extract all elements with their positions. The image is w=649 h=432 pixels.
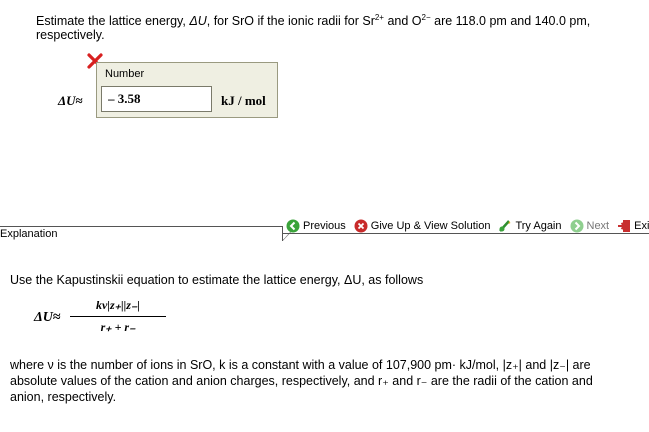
explanation-tab[interactable]: Explanation [0, 226, 296, 241]
question-delta-u: ΔU [189, 14, 207, 28]
next-label: Next [586, 220, 610, 232]
give-up-button[interactable]: Give Up & View Solution [354, 219, 491, 233]
previous-arrow-icon [286, 219, 300, 233]
exit-icon [618, 220, 631, 232]
answer-lhs: ΔU [58, 93, 76, 108]
next-arrow-icon [570, 219, 583, 233]
o-charge: 2− [421, 12, 431, 22]
try-again-icon [499, 220, 511, 232]
next-button[interactable]: Next [570, 219, 610, 233]
give-up-icon [354, 219, 368, 233]
explanation-intro: Use the Kapustinskii equation to estimat… [10, 273, 424, 287]
fraction-bar [70, 316, 166, 317]
sr-charge: 2+ [374, 12, 384, 22]
previous-button[interactable]: Previous [286, 219, 346, 233]
answer-input[interactable] [101, 86, 212, 112]
question-part3: and O [383, 14, 422, 28]
answer-delta-u-label: ΔU≈ [58, 93, 83, 109]
question-part1: Estimate the lattice energy, [36, 14, 190, 28]
answer-field-label: Number [105, 68, 145, 80]
previous-label: Previous [303, 220, 346, 232]
give-up-label: Give Up & View Solution [370, 220, 491, 232]
answer-approx: ≈ [75, 93, 83, 108]
formula-delta-u: ΔU [34, 310, 53, 325]
exit-button[interactable]: Exi [617, 219, 649, 233]
explanation-where-line1: where ν is the number of ions in SrO, k … [10, 358, 591, 372]
answer-box: Number kJ / mol [96, 62, 278, 118]
formula-denominator: r₊ + r₋ [100, 320, 136, 334]
try-again-label: Try Again [515, 220, 562, 232]
question-text: Estimate the lattice energy, ΔU, for SrO… [36, 12, 596, 42]
formula-numerator: kν|z₊||z₋| [96, 298, 140, 312]
exit-label: Exi [634, 220, 649, 232]
answer-unit: kJ / mol [221, 93, 266, 108]
explanation-where-line2: absolute values of the cation and anion … [10, 374, 593, 388]
formula-lhs: ΔU≈ [34, 310, 61, 326]
question-part2: , for SrO if the ionic radii for Sr [206, 14, 375, 28]
formula-approx: ≈ [52, 310, 61, 325]
toolbar: Previous Give Up & View Solution Try Aga… [286, 218, 649, 234]
try-again-button[interactable]: Try Again [498, 219, 562, 233]
explanation-where-line3: anion, respectively. [10, 390, 117, 404]
